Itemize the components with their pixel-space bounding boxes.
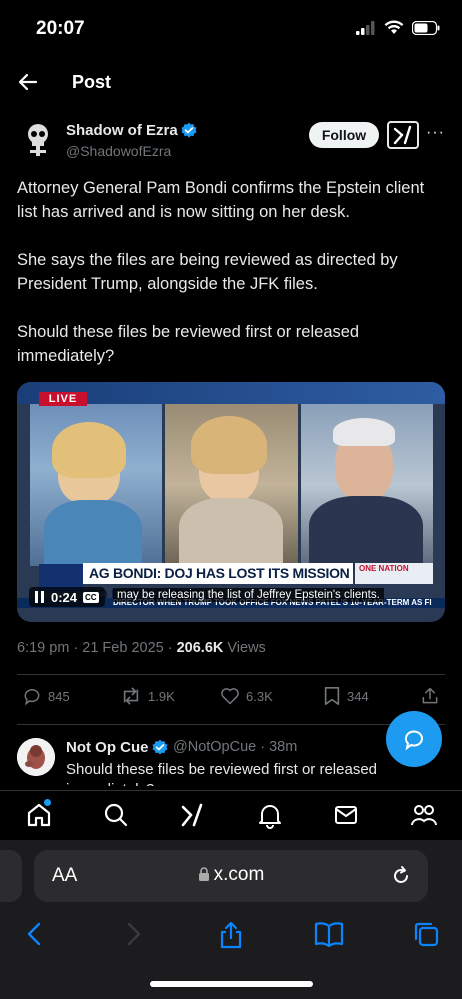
chat-bubble-icon: [404, 730, 423, 751]
grok-icon: [393, 125, 412, 145]
bottom-tab-bar: [0, 790, 462, 840]
repost-icon: [123, 687, 139, 705]
reply-avatar-image: [17, 738, 55, 776]
skull-avatar-icon: [28, 124, 48, 156]
divider: [17, 674, 445, 675]
reply-icon: [24, 689, 40, 706]
reply-avatar[interactable]: [17, 738, 55, 776]
browser-forward-icon[interactable]: [122, 920, 144, 948]
divider: [17, 724, 445, 725]
notifications-bell-icon[interactable]: [256, 801, 284, 829]
views-label: Views: [223, 640, 266, 656]
more-options-icon[interactable]: ···: [426, 124, 445, 142]
lock-icon: [198, 867, 209, 881]
post-paragraph: She says the files are being reviewed as…: [17, 251, 398, 293]
reply-author-name[interactable]: Not Op Cue: [66, 739, 149, 756]
reply-action[interactable]: 845: [22, 686, 70, 706]
video-panel-center: [165, 404, 298, 570]
like-action[interactable]: 6.3K: [220, 686, 273, 706]
author-name[interactable]: Shadow of Ezra: [66, 122, 178, 139]
post-timestamp[interactable]: 6:19 pm · 21 Feb 2025 ·: [17, 640, 177, 656]
home-notification-dot: [44, 799, 51, 806]
wifi-icon: [384, 20, 404, 34]
reply-count: 845: [48, 688, 70, 704]
communities-icon[interactable]: [410, 801, 438, 829]
video-player[interactable]: LIVE AG BONDI: DOJ HAS LOST ITS MISSION …: [17, 382, 445, 622]
browser-toolbar: [0, 916, 462, 952]
browser-chrome: AA x.com: [0, 840, 462, 999]
reload-icon[interactable]: [390, 865, 412, 887]
browser-share-icon[interactable]: [218, 920, 244, 950]
bookmark-action[interactable]: 344: [323, 686, 369, 706]
share-action[interactable]: [420, 686, 440, 706]
follow-button[interactable]: Follow: [309, 122, 379, 148]
cellular-signal-icon: [356, 20, 375, 35]
grok-tab-icon[interactable]: [178, 801, 206, 829]
like-count: 6.3K: [246, 688, 273, 704]
post-meta: 6:19 pm · 21 Feb 2025 · 206.6K Views: [17, 640, 266, 656]
video-panel-right: [301, 404, 433, 570]
home-indicator[interactable]: [150, 981, 313, 987]
page-title: Post: [72, 72, 112, 92]
previous-tab-preview[interactable]: [0, 850, 22, 902]
views-count: 206.6K: [176, 640, 224, 656]
live-badge: LIVE: [39, 392, 87, 406]
heart-icon: [221, 688, 239, 705]
post-author: Shadow of Ezra @ShadowofEzra Follow ···: [0, 118, 462, 168]
browser-back-icon[interactable]: [24, 920, 46, 948]
bookmark-icon: [324, 687, 340, 705]
repost-action[interactable]: 1.9K: [120, 686, 175, 706]
battery-icon: [412, 20, 440, 35]
post-text: Attorney General Pam Bondi confirms the …: [17, 176, 447, 392]
chyron-side-label: ONE NATION: [359, 564, 409, 573]
messages-envelope-icon[interactable]: [332, 801, 360, 829]
post-paragraph: Attorney General Pam Bondi confirms the …: [17, 179, 425, 221]
address-bar[interactable]: AA x.com: [34, 850, 428, 902]
verified-badge-icon: [181, 122, 197, 138]
bookmark-count: 344: [347, 688, 369, 704]
bookmarks-book-icon[interactable]: [314, 920, 344, 948]
verified-badge-icon: [152, 739, 168, 755]
closed-captions-icon[interactable]: CC: [83, 591, 99, 603]
share-icon: [422, 687, 438, 704]
url-text: x.com: [213, 864, 265, 885]
video-caption: may be releasing the list of Jeffrey Eps…: [113, 588, 384, 602]
video-controls: 0:24 CC: [29, 587, 105, 607]
status-icons: [356, 20, 440, 35]
tabs-overview-icon[interactable]: [412, 920, 440, 948]
news-chyron: AG BONDI: DOJ HAS LOST ITS MISSION TO FI…: [83, 563, 353, 602]
video-time-pill[interactable]: 0:24 CC: [29, 587, 105, 607]
compose-message-button[interactable]: [386, 711, 442, 767]
grok-button[interactable]: [387, 121, 419, 149]
reply-author-handle[interactable]: @NotOpCue · 38m: [173, 739, 297, 755]
search-icon[interactable]: [102, 801, 130, 829]
back-arrow-icon[interactable]: [16, 70, 40, 94]
post-actions: 845 1.9K 6.3K 344: [0, 686, 462, 716]
status-bar: 20:07: [0, 0, 462, 60]
author-handle[interactable]: @ShadowofEzra: [66, 143, 171, 159]
chyron-side-box: ONE NATION: [355, 563, 433, 584]
reply-text: Should these files be reviewed first or …: [66, 761, 378, 786]
status-time: 20:07: [36, 18, 85, 39]
pause-icon[interactable]: [35, 591, 45, 603]
post-header: Post: [0, 62, 462, 104]
url-display[interactable]: x.com: [34, 864, 428, 886]
author-avatar[interactable]: [18, 120, 58, 160]
video-panel-left: [30, 404, 162, 570]
video-time: 0:24: [51, 589, 78, 605]
post-paragraph: Should these files be reviewed first or …: [17, 323, 360, 365]
repost-count: 1.9K: [148, 688, 175, 704]
